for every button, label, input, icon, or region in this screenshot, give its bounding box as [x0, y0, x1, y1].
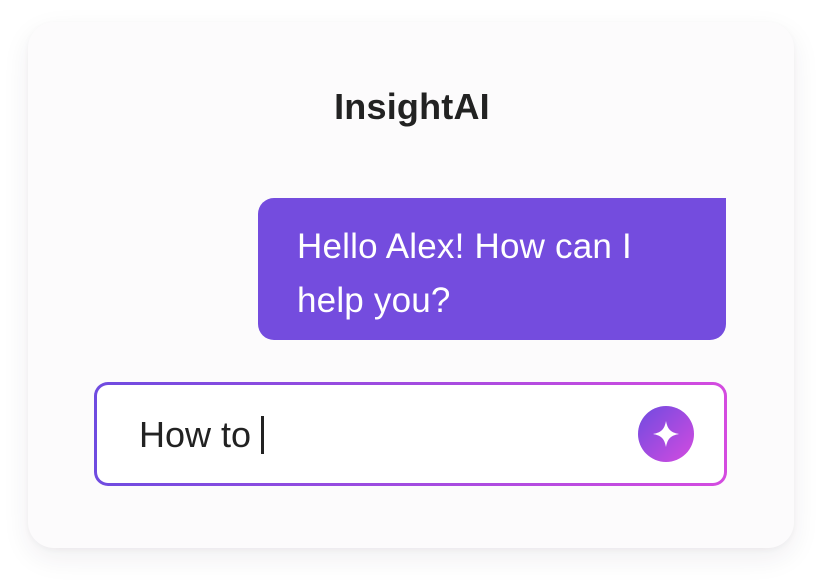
assistant-message-bubble: Hello Alex! How can I help you? — [258, 198, 726, 340]
sparkle-icon — [653, 421, 679, 447]
app-title: InsightAI — [334, 86, 490, 127]
chat-input-value-wrapper: How to — [139, 414, 265, 455]
text-caret — [261, 416, 265, 454]
chat-input-value: How to — [139, 414, 252, 455]
assistant-message-text: Hello Alex! How can I help you? — [297, 227, 632, 320]
chat-input-frame: How to — [94, 382, 727, 486]
chat-input[interactable]: How to — [97, 385, 724, 483]
send-button[interactable] — [638, 406, 694, 462]
